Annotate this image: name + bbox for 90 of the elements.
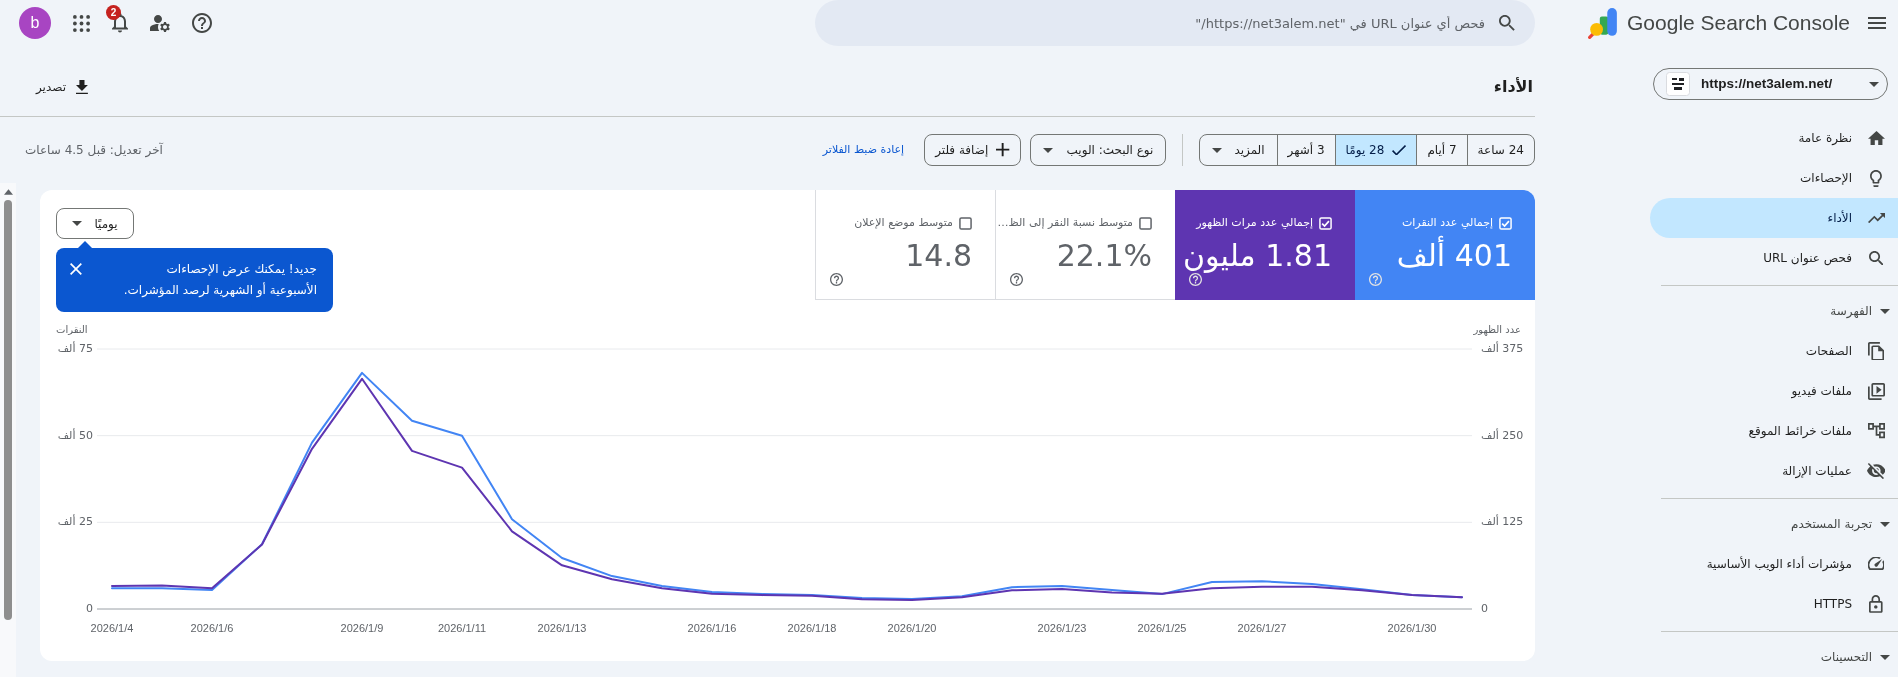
tick-label: 25 ألف xyxy=(57,515,93,529)
check-icon xyxy=(1392,144,1407,156)
metric-card[interactable]: إجمالي عدد مرات الظهور 1.81 مليون xyxy=(1175,190,1355,300)
section-header[interactable]: الفهرسة xyxy=(1634,300,1898,322)
metric-value: 14.8 xyxy=(905,238,972,274)
more-dropdown[interactable]: المزيد xyxy=(1200,135,1277,165)
date-label: 2026/1/4 xyxy=(90,621,134,634)
trend-line-icon xyxy=(1867,212,1885,224)
help-icon[interactable] xyxy=(1010,273,1023,286)
add-filter-button[interactable]: إضافة فلتر xyxy=(924,134,1021,166)
tick-label: 0 xyxy=(1481,602,1488,615)
caret-icon xyxy=(72,221,83,226)
granularity-dropdown[interactable]: يوميًا xyxy=(56,208,134,239)
search-type-dropdown[interactable]: نوع البحث: الويب xyxy=(1029,134,1167,166)
date-label: 2026/1/18 xyxy=(787,621,837,634)
nav-item[interactable]: نظرة عامة xyxy=(1650,118,1898,158)
search-icon xyxy=(1868,250,1884,266)
product-name: Google Search Console xyxy=(1627,10,1850,36)
date-label: 2026/1/9 xyxy=(340,621,384,634)
date-label: 2026/1/13 xyxy=(537,621,587,634)
home-icon xyxy=(1867,130,1885,146)
avatar[interactable]: b xyxy=(19,7,51,39)
documents-icon xyxy=(1867,341,1885,361)
reset-filters-link[interactable]: إعادة ضبط الفلاتر xyxy=(822,141,905,159)
caret-icon xyxy=(1869,81,1879,87)
metric-label: متوسط موضع الإعلان xyxy=(854,215,953,231)
axis-title: النقرات xyxy=(56,324,88,335)
date-label: 2026/1/20 xyxy=(887,621,937,634)
hierarchy-icon xyxy=(1867,423,1885,439)
date-label: 2026/1/23 xyxy=(1037,621,1087,634)
download-icon xyxy=(76,79,88,95)
notification-badge: 2 xyxy=(106,5,121,21)
plus-icon xyxy=(996,143,1010,157)
apps-grid-icon[interactable] xyxy=(73,14,90,32)
nav-item[interactable]: مؤشرات أداء الويب الأساسية xyxy=(1650,544,1898,584)
tooltip-text: جديد! يمكنك عرض الإحصاءات الأسبوعية أو الشهرية لرصد المؤشرات. xyxy=(122,261,317,299)
date-label: 2026/1/25 xyxy=(1137,621,1187,634)
tick-label: 75 ألف xyxy=(57,342,93,355)
close-icon[interactable] xyxy=(70,263,82,275)
section-header[interactable]: التحسينات xyxy=(1634,646,1898,668)
caret-icon xyxy=(1042,147,1053,153)
lock-icon xyxy=(1869,595,1883,613)
search-icon xyxy=(1499,15,1515,31)
site-favicon-icon xyxy=(1666,72,1690,96)
page-title: الأداء xyxy=(1493,76,1534,98)
tick-label: 250 ألف xyxy=(1481,428,1524,442)
account-settings-icon[interactable] xyxy=(150,14,170,32)
nav-item[interactable]: ملفات فيديو xyxy=(1650,371,1898,411)
logo-icon xyxy=(1588,7,1618,39)
metric-label: إجمالي عدد مرات الظهور xyxy=(1196,215,1313,231)
video-library-icon xyxy=(1867,382,1885,400)
date-range-tab[interactable]: 24 ساعة xyxy=(1466,135,1534,165)
axis-title: عدد الظهور xyxy=(1473,324,1521,335)
tick-label: 50 ألف xyxy=(57,428,93,442)
date-label: 2026/1/16 xyxy=(687,621,737,634)
lightbulb-icon xyxy=(1870,169,1882,187)
date-label: 2026/1/30 xyxy=(1387,621,1437,634)
metric-value: 1.81 مليون xyxy=(1183,238,1332,274)
help-icon[interactable] xyxy=(1189,273,1202,286)
section-header[interactable]: تجربة المستخدم xyxy=(1634,513,1898,535)
metric-label: متوسط نسبة النقر إلى الظ… xyxy=(997,215,1133,231)
scroll-up-arrow-icon[interactable] xyxy=(3,189,13,195)
checkbox[interactable] xyxy=(1139,216,1152,230)
speedometer-icon xyxy=(1867,557,1885,571)
metric-label: إجمالي عدد النقرات xyxy=(1401,215,1493,231)
scrollbar-thumb[interactable] xyxy=(4,200,12,620)
tick-label: 375 ألف xyxy=(1481,342,1524,355)
checkbox[interactable] xyxy=(959,216,972,230)
date-label: 2026/1/6 xyxy=(190,621,234,634)
help-icon[interactable] xyxy=(192,13,212,33)
tick-label: 0 xyxy=(86,602,93,615)
metric-value: 22.1% xyxy=(1056,238,1152,274)
date-label: 2026/1/11 xyxy=(437,621,487,634)
date-range-tab[interactable]: 3 أشهر xyxy=(1276,135,1335,165)
date-range-tab[interactable]: 28 يومًا xyxy=(1334,135,1417,165)
menu-icon[interactable] xyxy=(1868,17,1886,29)
nav-item[interactable]: فحص عنوان URL xyxy=(1650,238,1898,278)
date-label: 2026/1/27 xyxy=(1237,621,1287,634)
nav-item[interactable]: ملفات خرائط الموقع xyxy=(1650,411,1898,451)
tick-label: 125 ألف xyxy=(1481,515,1524,529)
nav-item[interactable]: HTTPS xyxy=(1650,584,1898,624)
caret-icon xyxy=(1212,147,1223,153)
last-updated-text: آخر تعديل: قبل 4.5 ساعات xyxy=(25,141,163,159)
eye-slash-icon xyxy=(1866,462,1886,480)
help-icon[interactable] xyxy=(830,273,843,286)
nav-item[interactable]: عمليات الإزالة xyxy=(1650,451,1898,491)
nav-item[interactable]: الصفحات xyxy=(1650,331,1898,371)
nav-item[interactable]: الإحصاءات xyxy=(1650,158,1898,198)
nav-item[interactable]: الأداء xyxy=(1650,198,1898,238)
export-button[interactable]: تصدير xyxy=(36,78,88,96)
